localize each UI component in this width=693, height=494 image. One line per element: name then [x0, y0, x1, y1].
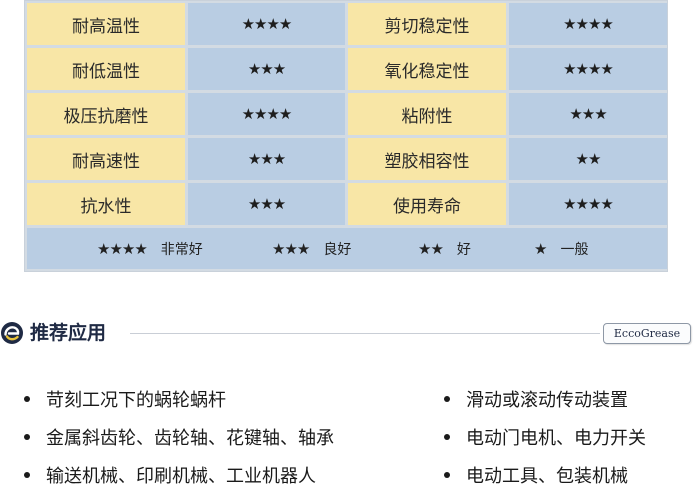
property-name: 耐高温性 — [27, 3, 185, 45]
list-item-text: 电动工具、包装机械 — [466, 466, 628, 487]
property-rating: ★★★★ — [188, 3, 345, 45]
property-name: 氧化稳定性 — [348, 48, 506, 90]
property-rating: ★★★ — [188, 183, 345, 225]
property-rating: ★★★★ — [509, 48, 667, 90]
list-item: 金属斜齿轮、齿轮轴、花键轴、轴承 — [24, 418, 334, 456]
list-item-text: 电动门电机、电力开关 — [466, 428, 646, 449]
section-header: 推荐应用 EccoGrease — [0, 318, 693, 348]
list-item-text: 苛刻工况下的蜗轮蜗杆 — [46, 390, 226, 411]
properties-table: 耐高温性 ★★★★ 剪切稳定性 ★★★★ 耐低温性 ★★★ 氧化稳定性 ★★★★… — [24, 0, 668, 272]
list-item: 输送机械、印刷机械、工业机器人 — [24, 456, 316, 494]
legend-label: 一般 — [560, 241, 589, 258]
eccogrease-logo-icon — [0, 321, 24, 345]
legend-item: ★ 一般 — [534, 228, 588, 269]
property-rating: ★★★★ — [509, 3, 667, 45]
bullet-icon — [444, 396, 450, 402]
property-name: 粘附性 — [348, 93, 506, 135]
legend-item: ★★★★ 非常好 — [97, 228, 203, 269]
bullet-icon — [24, 472, 30, 478]
section-divider — [130, 333, 600, 334]
property-rating: ★★★ — [188, 48, 345, 90]
property-name: 耐高速性 — [27, 138, 185, 180]
application-list: 苛刻工况下的蜗轮蜗杆 金属斜齿轮、齿轮轴、花键轴、轴承 输送机械、印刷机械、工业… — [0, 380, 693, 487]
legend-label: 良好 — [323, 241, 352, 258]
bullet-icon — [24, 396, 30, 402]
list-item: 苛刻工况下的蜗轮蜗杆 — [24, 380, 226, 418]
list-item: 电动门电机、电力开关 — [444, 418, 646, 456]
property-name: 剪切稳定性 — [348, 3, 506, 45]
legend-label: 非常好 — [160, 241, 203, 258]
property-name: 塑胶相容性 — [348, 138, 506, 180]
bullet-icon — [24, 434, 30, 440]
property-name: 抗水性 — [27, 183, 185, 225]
property-name: 使用寿命 — [348, 183, 506, 225]
property-rating: ★★ — [509, 138, 667, 180]
property-name: 耐低温性 — [27, 48, 185, 90]
brand-badge: EccoGrease — [603, 323, 691, 344]
list-item: 电动工具、包装机械 — [444, 456, 628, 494]
property-name: 极压抗磨性 — [27, 93, 185, 135]
property-rating: ★★★★ — [509, 183, 667, 225]
property-rating: ★★★★ — [188, 93, 345, 135]
property-rating: ★★★ — [509, 93, 667, 135]
list-item-text: 滑动或滚动传动装置 — [466, 390, 628, 411]
legend-stars: ★ — [534, 239, 547, 258]
legend-item: ★★★ 良好 — [272, 228, 351, 269]
legend-label: 好 — [456, 241, 471, 258]
list-item-text: 金属斜齿轮、齿轮轴、花键轴、轴承 — [46, 428, 334, 449]
legend-stars: ★★★★ — [97, 239, 148, 258]
properties-grid: 耐高温性 ★★★★ 剪切稳定性 ★★★★ 耐低温性 ★★★ 氧化稳定性 ★★★★… — [27, 3, 667, 225]
bullet-icon — [444, 472, 450, 478]
list-item-text: 输送机械、印刷机械、工业机器人 — [46, 466, 316, 487]
legend-stars: ★★ — [418, 239, 444, 258]
legend-stars: ★★★ — [272, 239, 310, 258]
list-item: 滑动或滚动传动装置 — [444, 380, 628, 418]
bullet-icon — [444, 434, 450, 440]
section-title: 推荐应用 — [30, 322, 107, 344]
rating-legend: ★★★★ 非常好 ★★★ 良好 ★★ 好 ★ 一般 — [27, 228, 667, 269]
property-rating: ★★★ — [188, 138, 345, 180]
legend-item: ★★ 好 — [418, 228, 471, 269]
